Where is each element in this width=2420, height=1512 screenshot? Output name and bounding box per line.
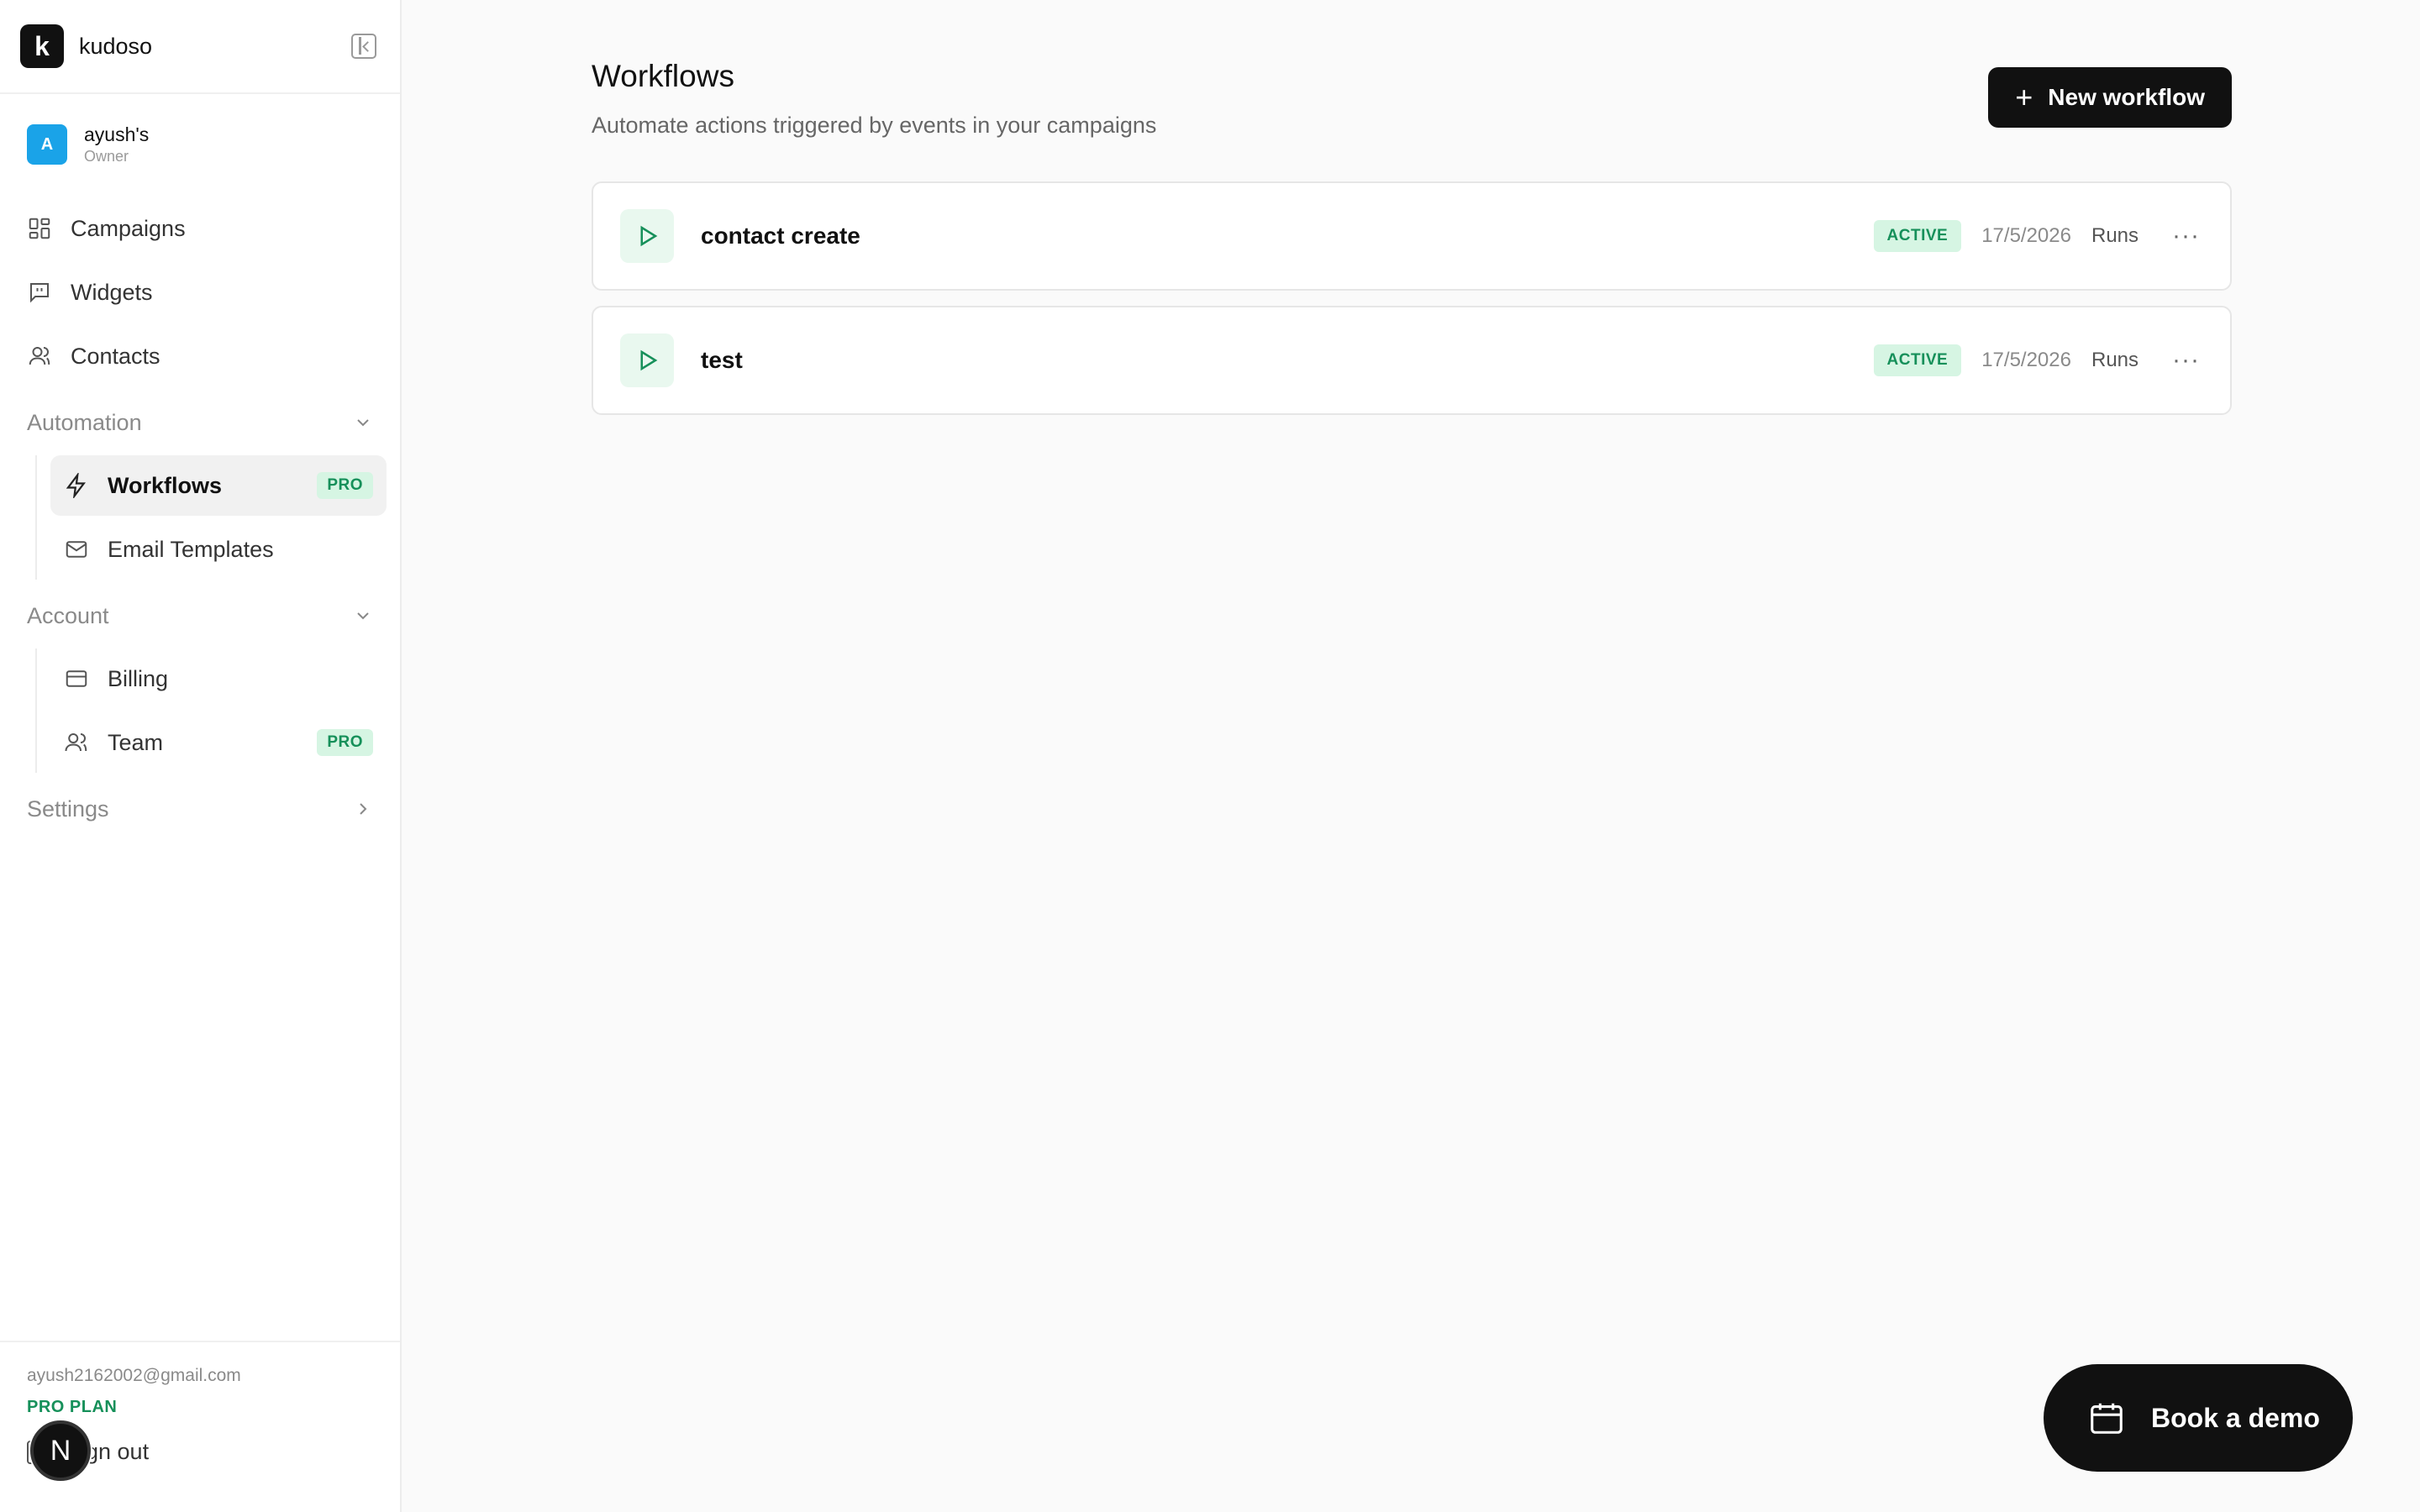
app-root: k kudoso A ayush's Owner Campaigns Widge… <box>0 0 2420 1512</box>
main-content: Workflows Automate actions triggered by … <box>402 0 2420 1512</box>
workflow-name: contact create <box>701 223 860 249</box>
sidebar-item-campaigns[interactable]: Campaigns <box>13 198 387 259</box>
status-badge: ACTIVE <box>1873 220 1962 252</box>
sidebar-item-widgets[interactable]: Widgets <box>13 262 387 323</box>
sidebar-item-team[interactable]: Team PRO <box>50 712 387 773</box>
pro-badge: PRO <box>317 729 373 756</box>
play-icon <box>620 333 674 387</box>
brand-logo[interactable]: k <box>20 24 64 68</box>
workflow-date: 17/5/2026 <box>1981 349 2071 371</box>
sidebar-item-workflows[interactable]: Workflows PRO <box>50 455 387 516</box>
section-account-toggle[interactable]: Account <box>13 586 387 645</box>
avatar: A <box>27 124 67 165</box>
user-email: ayush2162002@gmail.com <box>27 1366 241 1385</box>
sidebar-item-label: Contacts <box>71 343 160 369</box>
workflow-row[interactable]: test ACTIVE 17/5/2026 Runs ··· <box>592 306 2232 415</box>
status-badge: ACTIVE <box>1873 344 1962 376</box>
sidebar-item-label: Workflows <box>108 472 223 498</box>
sidebar-item-label: Billing <box>108 665 169 691</box>
pro-badge: PRO <box>317 472 373 499</box>
mail-icon <box>66 541 87 558</box>
section-title: Automation <box>27 409 142 435</box>
sidebar-item-billing[interactable]: Billing <box>50 648 387 709</box>
more-options-icon[interactable]: ··· <box>2172 223 2200 249</box>
chevron-right-icon <box>360 803 367 815</box>
section-account-items: Billing Team PRO <box>35 648 387 773</box>
workflow-list: contact create ACTIVE 17/5/2026 Runs ···… <box>592 181 2232 430</box>
book-demo-button[interactable]: Book a demo <box>2044 1364 2353 1472</box>
play-icon <box>620 209 674 263</box>
workflow-name: test <box>701 347 743 373</box>
book-demo-label: Book a demo <box>2151 1402 2320 1433</box>
account-switcher[interactable]: A ayush's Owner <box>0 94 400 195</box>
sidebar-footer: ayush2162002@gmail.com PRO PLAN Sign out… <box>0 1341 400 1512</box>
runs-link[interactable]: Runs <box>2091 349 2139 372</box>
message-square-icon <box>30 283 49 303</box>
page-title: Workflows <box>592 59 734 93</box>
plus-icon: + <box>2015 80 2033 114</box>
page-header: Workflows Automate actions triggered by … <box>592 59 2232 139</box>
account-info: ayush's Owner <box>84 123 149 165</box>
chevron-down-icon <box>357 612 369 620</box>
zap-icon <box>66 473 86 498</box>
section-automation-toggle[interactable]: Automation <box>13 393 387 452</box>
runs-link[interactable]: Runs <box>2091 224 2139 248</box>
collapse-sidebar-icon[interactable] <box>351 34 376 59</box>
sidebar-item-label: Campaigns <box>71 215 186 241</box>
section-title: Settings <box>27 795 109 822</box>
plan-label: PRO PLAN <box>27 1398 118 1416</box>
chevron-down-icon <box>357 419 369 427</box>
section-automation-items: Workflows PRO Email Templates <box>35 455 387 580</box>
users-icon <box>65 733 87 752</box>
account-role: Owner <box>84 148 129 165</box>
sidebar-item-label: Team <box>108 729 164 755</box>
section-title: Account <box>27 602 109 628</box>
more-options-icon[interactable]: ··· <box>2172 348 2200 373</box>
sidebar-item-contacts[interactable]: Contacts <box>13 326 387 386</box>
page-subtitle: Automate actions triggered by events in … <box>592 113 1157 138</box>
brand-name: kudoso <box>79 33 153 59</box>
new-workflow-button[interactable]: + New workflow <box>1988 67 2232 128</box>
new-workflow-label: New workflow <box>2048 84 2205 110</box>
sidebar: k kudoso A ayush's Owner Campaigns Widge… <box>0 0 402 1512</box>
sign-out-button[interactable]: Sign out N <box>27 1420 373 1481</box>
section-settings-toggle[interactable]: Settings <box>13 780 387 838</box>
workflow-meta: ACTIVE 17/5/2026 Runs ··· <box>1873 307 2200 413</box>
account-name: ayush's <box>84 123 150 145</box>
workflow-meta: ACTIVE 17/5/2026 Runs ··· <box>1873 183 2200 289</box>
workflow-row[interactable]: contact create ACTIVE 17/5/2026 Runs ··· <box>592 181 2232 291</box>
sidebar-item-email-templates[interactable]: Email Templates <box>50 519 387 580</box>
sidebar-item-label: Widgets <box>71 279 153 305</box>
user-icon <box>29 347 50 365</box>
workflow-date: 17/5/2026 <box>1981 224 2071 247</box>
grid-icon <box>29 218 50 239</box>
credit-card-icon <box>66 670 87 687</box>
brand-header: k kudoso <box>0 0 400 94</box>
calendar-icon <box>2091 1403 2123 1434</box>
sidebar-item-label: Email Templates <box>108 536 274 562</box>
sidebar-nav: Campaigns Widgets Contacts Automation Wo… <box>0 198 400 838</box>
dev-tools-badge[interactable]: N <box>30 1420 91 1481</box>
